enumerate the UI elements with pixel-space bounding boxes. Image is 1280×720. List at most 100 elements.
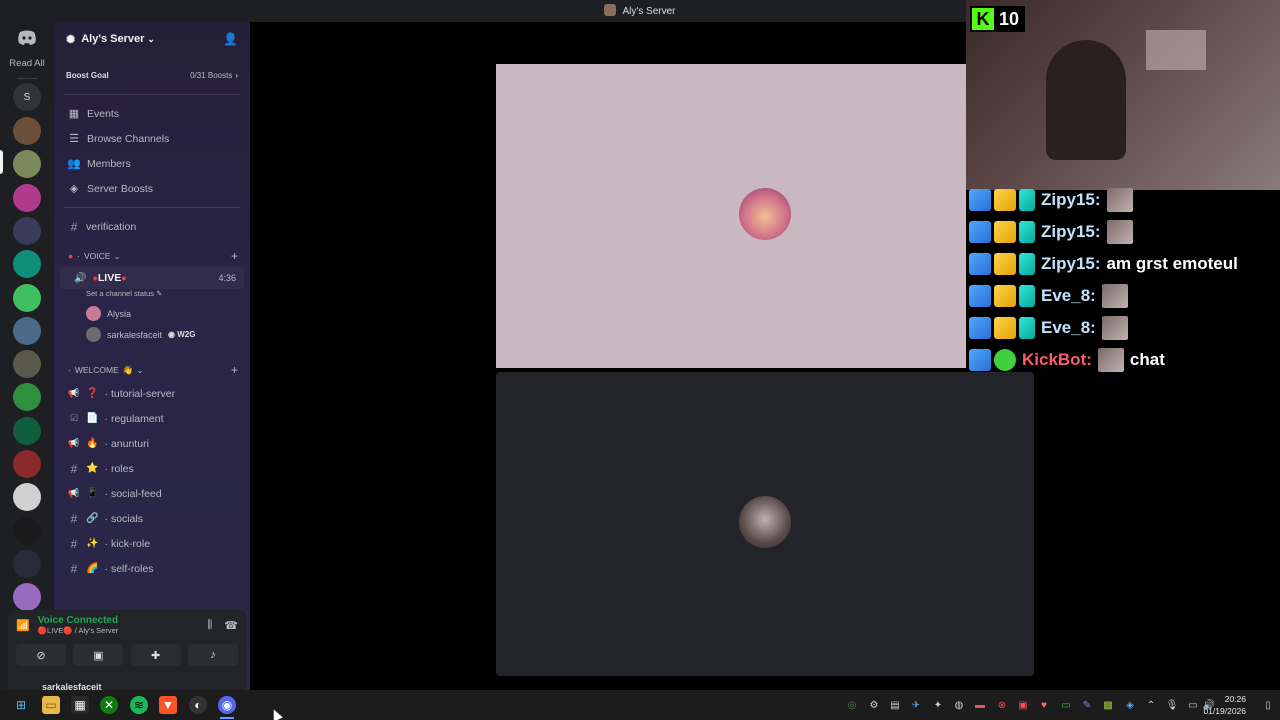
hash-icon: #: [70, 511, 78, 526]
channel-label: kick-role: [110, 537, 151, 550]
server-icon[interactable]: [13, 350, 41, 379]
microphone-icon[interactable]: 🎙: [1166, 699, 1179, 711]
tray-icon[interactable]: ✦: [932, 699, 944, 711]
channel-tutorial-server[interactable]: 📢 ❓ · tutorial-server: [54, 381, 250, 406]
server-icon[interactable]: [13, 450, 41, 478]
avatar: [86, 327, 101, 342]
server-icon[interactable]: [13, 183, 41, 212]
chat-username: Zipy15:: [1041, 254, 1101, 273]
camera-off-icon: ⊘: [36, 649, 46, 662]
subscriber-badge-icon: [1019, 253, 1035, 275]
server-icon[interactable]: [13, 549, 41, 578]
boost-goal-bar[interactable]: Boost Goal 0/31 Boosts ›: [62, 64, 242, 86]
channel-verification[interactable]: # verification: [54, 214, 250, 239]
read-all-button[interactable]: Read All: [0, 58, 54, 69]
server-icon[interactable]: [13, 216, 41, 245]
file-explorer-icon[interactable]: ▭: [42, 696, 60, 714]
add-channel-button[interactable]: +: [231, 363, 238, 377]
moderator-badge-icon: [969, 349, 991, 371]
channel-regulament[interactable]: ☑ 📄 · regulament: [54, 406, 250, 431]
channel-kick-role[interactable]: # ✨ · kick-role: [54, 531, 250, 556]
server-icon[interactable]: [13, 516, 41, 545]
camera-off-button[interactable]: ⊘: [16, 644, 66, 666]
server-icon[interactable]: [13, 316, 41, 345]
tray-icon[interactable]: ◍: [953, 699, 965, 711]
video-tile-alysia[interactable]: [496, 64, 966, 368]
signal-icon[interactable]: 📶: [16, 619, 30, 632]
chat-message: Eve_8:: [966, 280, 1280, 312]
server-icon[interactable]: [13, 250, 41, 279]
tray-icon[interactable]: ▩: [1102, 699, 1114, 711]
tray-icon[interactable]: ⊗: [996, 699, 1008, 711]
tray-icon[interactable]: ▭: [1060, 699, 1072, 711]
tray-icon[interactable]: ▬: [974, 699, 986, 711]
tray-icon[interactable]: ✎: [1081, 699, 1093, 711]
channel-self-roles[interactable]: # 🌈 · self-roles: [54, 556, 250, 581]
browse-icon: ☰: [69, 133, 79, 145]
moderator-badge-icon: [969, 253, 991, 275]
clock[interactable]: 20:26 01/19/2026: [1203, 693, 1246, 717]
tray-icon[interactable]: ◈: [1124, 699, 1136, 711]
video-tile-sarkalesfaceit[interactable]: [496, 372, 1034, 676]
channel-socials[interactable]: # 🔗 · socials: [54, 506, 250, 531]
chat-message: Zipy15:: [966, 184, 1280, 216]
notifications-icon[interactable]: ▯: [1262, 699, 1274, 711]
steam-icon[interactable]: ◐: [189, 696, 207, 714]
server-letter-icon[interactable]: S: [13, 83, 41, 111]
channel-anunturi[interactable]: 📢 🔥 · anunturi: [54, 431, 250, 456]
menu-members[interactable]: 👥 Members: [54, 151, 250, 176]
activity-label: W2G: [177, 330, 196, 339]
soundboard-button[interactable]: ♪: [187, 644, 238, 666]
tray-icon[interactable]: ▣: [1017, 699, 1029, 711]
red-dot-icon: ●: [68, 251, 74, 261]
server-icon[interactable]: [13, 283, 41, 312]
server-icon[interactable]: [13, 583, 41, 612]
screen-share-button[interactable]: ▣: [73, 644, 124, 666]
server-icon[interactable]: [13, 383, 41, 412]
category-welcome[interactable]: · WELCOME 👋 ⌄ +: [54, 359, 250, 381]
server-icon[interactable]: [13, 150, 41, 179]
store-icon[interactable]: ▦: [71, 696, 89, 714]
server-header[interactable]: ✺ Aly's Server ⌄ 👤: [54, 22, 250, 56]
tray-icon[interactable]: ✈: [910, 699, 922, 711]
tray-icon[interactable]: ♥: [1038, 699, 1050, 711]
menu-browse-channels[interactable]: ☰ Browse Channels: [54, 126, 250, 151]
menu-events[interactable]: ▦ Events: [54, 101, 250, 126]
chevron-right-icon: ›: [235, 70, 238, 80]
tray-icon[interactable]: ⚙: [868, 699, 880, 711]
windows-start-icon[interactable]: ⊞: [12, 696, 30, 714]
tray-icon[interactable]: ▤: [889, 699, 901, 711]
window-title-text: Aly's Server: [622, 6, 676, 17]
voice-channel-live[interactable]: 🔊 ● LIVE ● 4:36: [60, 267, 244, 289]
disconnect-icon[interactable]: ☎: [224, 619, 238, 632]
tray-icon[interactable]: ◎: [846, 699, 858, 711]
channel-status[interactable]: Set a channel status ✎: [54, 289, 250, 303]
category-voice[interactable]: ● · VOICE ⌄ +: [54, 245, 250, 267]
channel-emoji-icon: ✨: [86, 538, 99, 549]
server-icon[interactable]: [13, 117, 41, 145]
voice-user[interactable]: Alysia: [54, 303, 250, 324]
network-icon[interactable]: ▭: [1187, 699, 1199, 711]
menu-server-boosts[interactable]: ◈ Server Boosts: [54, 176, 250, 201]
discord-taskbar-icon[interactable]: ◉: [218, 696, 236, 714]
xbox-icon[interactable]: ✕: [100, 696, 118, 714]
channel-sidebar: ✺ Aly's Server ⌄ 👤 Boost Goal 0/31 Boost…: [54, 22, 250, 690]
brave-browser-icon[interactable]: ▼: [159, 696, 177, 714]
tray-icon[interactable]: ⌃: [1145, 699, 1157, 711]
crown-badge-icon: [994, 221, 1016, 243]
rail-separator: [17, 78, 37, 79]
channel-roles[interactable]: # ⭐ · roles: [54, 456, 250, 481]
discord-home-icon[interactable]: [11, 24, 43, 52]
channel-social-feed[interactable]: 📢 📱 · social-feed: [54, 481, 250, 506]
invite-people-icon[interactable]: 👤: [223, 32, 238, 46]
add-channel-button[interactable]: +: [231, 249, 238, 263]
server-icon[interactable]: [13, 416, 41, 445]
noise-suppression-icon[interactable]: ⫼: [207, 619, 212, 632]
activities-button[interactable]: ✚: [130, 644, 181, 666]
channel-emoji-icon: 🔗: [86, 513, 99, 524]
server-icon[interactable]: [13, 483, 41, 512]
boost-icon: ◈: [69, 183, 79, 195]
spotify-icon[interactable]: ≋: [130, 696, 148, 714]
channel-label: regulament: [110, 412, 164, 425]
voice-user[interactable]: sarkalesfaceit ◉ W2G: [54, 324, 250, 345]
